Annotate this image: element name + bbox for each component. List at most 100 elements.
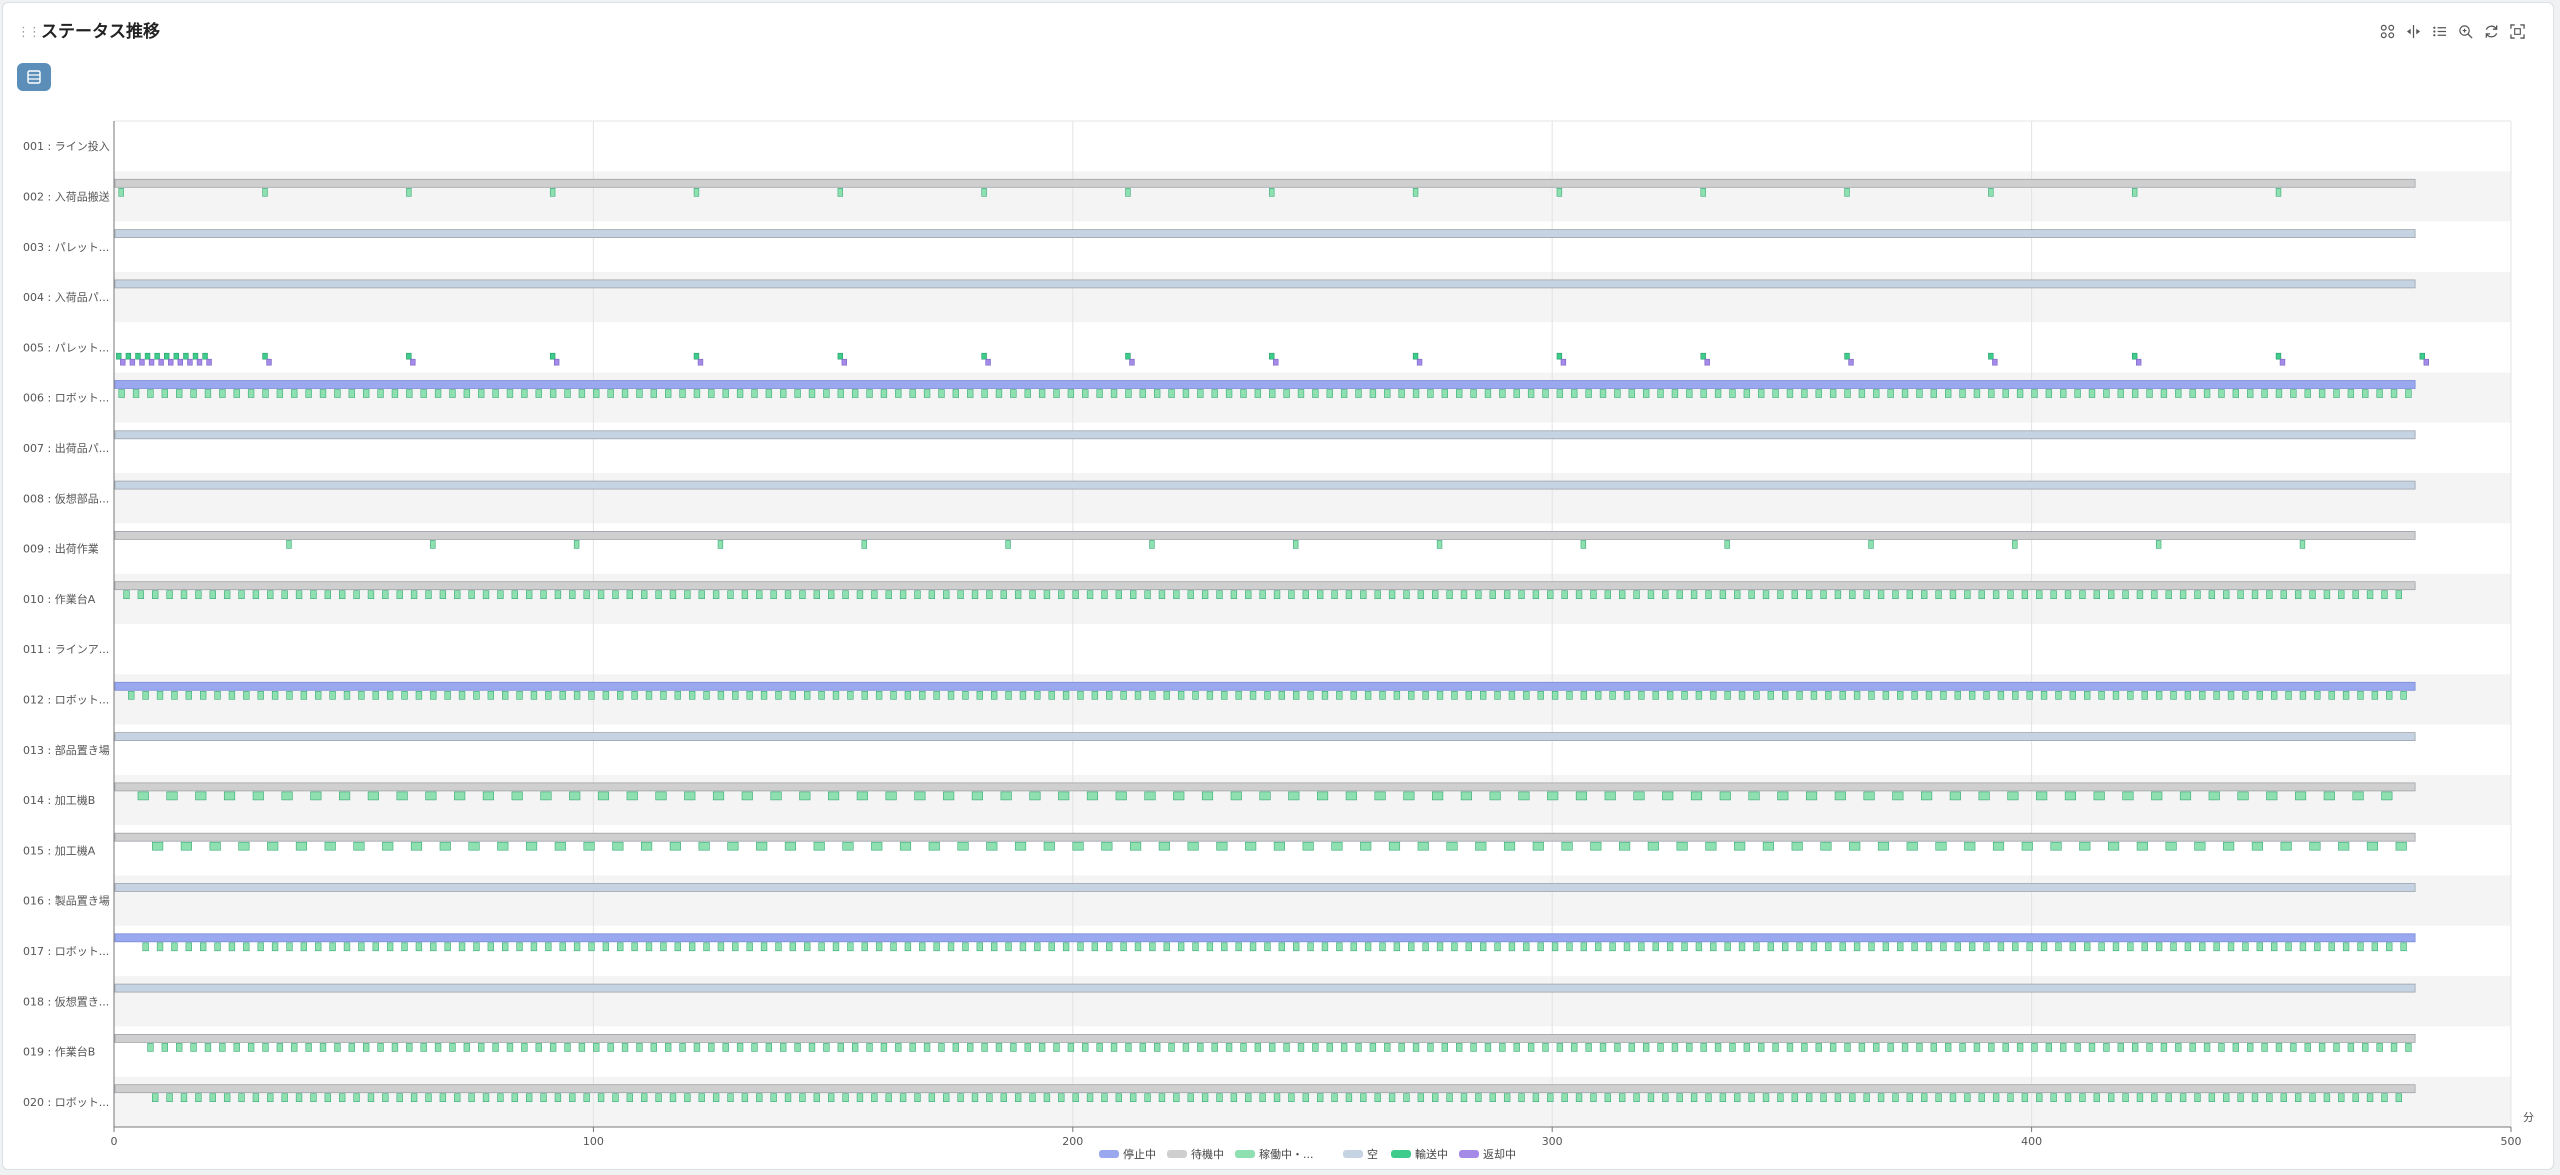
running-mark[interactable]	[1738, 690, 1746, 700]
running-mark[interactable]	[142, 942, 149, 952]
running-mark[interactable]	[1115, 590, 1122, 600]
running-mark[interactable]	[339, 1093, 346, 1102]
running-mark[interactable]	[410, 590, 418, 600]
running-mark[interactable]	[1595, 942, 1602, 952]
running-mark[interactable]	[2266, 1093, 2273, 1102]
running-mark[interactable]	[717, 690, 725, 700]
running-mark[interactable]	[1125, 389, 1132, 398]
running-mark[interactable]	[607, 389, 614, 398]
running-mark[interactable]	[276, 389, 284, 398]
transporting-mark[interactable]	[1700, 352, 1706, 360]
running-mark[interactable]	[2242, 942, 2249, 952]
running-mark[interactable]	[1379, 942, 1386, 952]
running-mark[interactable]	[1139, 389, 1146, 398]
running-mark[interactable]	[1043, 590, 1051, 600]
running-mark[interactable]	[1921, 1093, 1928, 1102]
running-mark[interactable]	[1705, 1093, 1712, 1102]
running-mark[interactable]	[267, 590, 274, 600]
running-mark[interactable]	[1527, 1043, 1535, 1052]
transporting-mark[interactable]	[183, 352, 189, 360]
running-mark[interactable]	[233, 389, 240, 398]
running-mark[interactable]	[1034, 690, 1041, 700]
running-mark[interactable]	[588, 690, 595, 700]
running-mark[interactable]	[1417, 1093, 1425, 1102]
running-mark[interactable]	[2165, 1093, 2172, 1102]
running-mark[interactable]	[1254, 389, 1262, 398]
running-mark[interactable]	[1786, 389, 1794, 398]
running-mark[interactable]	[1149, 540, 1155, 549]
running-mark[interactable]	[291, 389, 298, 398]
running-mark[interactable]	[1067, 389, 1075, 398]
running-mark[interactable]	[2189, 1043, 2196, 1052]
returning-mark[interactable]	[129, 358, 136, 366]
running-mark[interactable]	[1973, 1043, 1981, 1052]
running-mark[interactable]	[1316, 1093, 1324, 1102]
transporting-mark[interactable]	[164, 352, 170, 360]
running-mark[interactable]	[454, 590, 461, 600]
returning-mark[interactable]	[196, 358, 203, 366]
running-mark[interactable]	[482, 1093, 490, 1102]
running-mark[interactable]	[1048, 942, 1055, 952]
running-mark[interactable]	[2271, 690, 2278, 700]
running-mark[interactable]	[684, 590, 691, 600]
running-mark[interactable]	[329, 690, 336, 700]
running-mark[interactable]	[1805, 791, 1818, 801]
running-mark[interactable]	[583, 1093, 590, 1102]
running-mark[interactable]	[919, 942, 926, 952]
running-mark[interactable]	[1523, 690, 1530, 700]
running-mark[interactable]	[1547, 590, 1554, 600]
running-mark[interactable]	[875, 942, 883, 952]
running-mark[interactable]	[545, 690, 552, 700]
running-mark[interactable]	[1921, 590, 1928, 600]
running-mark[interactable]	[1892, 1093, 1899, 1102]
running-mark[interactable]	[823, 1043, 830, 1052]
running-mark[interactable]	[1949, 1093, 1957, 1102]
running-mark[interactable]	[1173, 590, 1180, 600]
running-mark[interactable]	[2007, 1093, 2014, 1102]
running-mark[interactable]	[1168, 389, 1175, 398]
running-mark[interactable]	[1206, 690, 1214, 700]
running-mark[interactable]	[1077, 690, 1084, 700]
running-mark[interactable]	[2203, 1043, 2211, 1052]
running-mark[interactable]	[1724, 690, 1731, 700]
transporting-mark[interactable]	[2419, 352, 2426, 360]
running-mark[interactable]	[2309, 590, 2316, 600]
running-mark[interactable]	[176, 389, 183, 398]
running-mark[interactable]	[252, 590, 260, 600]
running-mark[interactable]	[2237, 791, 2249, 801]
running-mark[interactable]	[1777, 1093, 1784, 1102]
running-mark[interactable]	[1935, 841, 1947, 851]
running-mark[interactable]	[2093, 1093, 2100, 1102]
running-mark[interactable]	[712, 791, 725, 801]
running-mark[interactable]	[319, 389, 327, 398]
running-mark[interactable]	[190, 389, 197, 398]
running-mark[interactable]	[933, 690, 940, 700]
running-mark[interactable]	[1369, 1043, 1377, 1052]
running-mark[interactable]	[655, 791, 667, 801]
running-mark[interactable]	[1302, 1093, 1309, 1102]
running-mark[interactable]	[775, 942, 782, 952]
running-mark[interactable]	[147, 389, 154, 398]
running-mark[interactable]	[310, 590, 317, 600]
running-mark[interactable]	[530, 690, 538, 700]
running-mark[interactable]	[1551, 942, 1559, 952]
running-mark[interactable]	[1019, 690, 1027, 700]
running-mark[interactable]	[1825, 942, 1832, 952]
running-mark[interactable]	[971, 590, 979, 600]
running-mark[interactable]	[540, 590, 547, 600]
running-mark[interactable]	[161, 389, 168, 398]
running-mark[interactable]	[1503, 590, 1511, 600]
running-mark[interactable]	[171, 690, 178, 700]
running-mark[interactable]	[617, 690, 624, 700]
running-mark[interactable]	[1758, 1043, 1765, 1052]
running-mark[interactable]	[2108, 1093, 2115, 1102]
running-mark[interactable]	[756, 841, 768, 851]
running-mark[interactable]	[1173, 1093, 1180, 1102]
running-mark[interactable]	[1695, 690, 1703, 700]
running-mark[interactable]	[1115, 791, 1127, 801]
running-mark[interactable]	[1791, 590, 1798, 600]
running-mark[interactable]	[1331, 590, 1338, 600]
running-mark[interactable]	[1791, 841, 1803, 851]
running-mark[interactable]	[1642, 1043, 1650, 1052]
running-mark[interactable]	[1614, 389, 1621, 398]
